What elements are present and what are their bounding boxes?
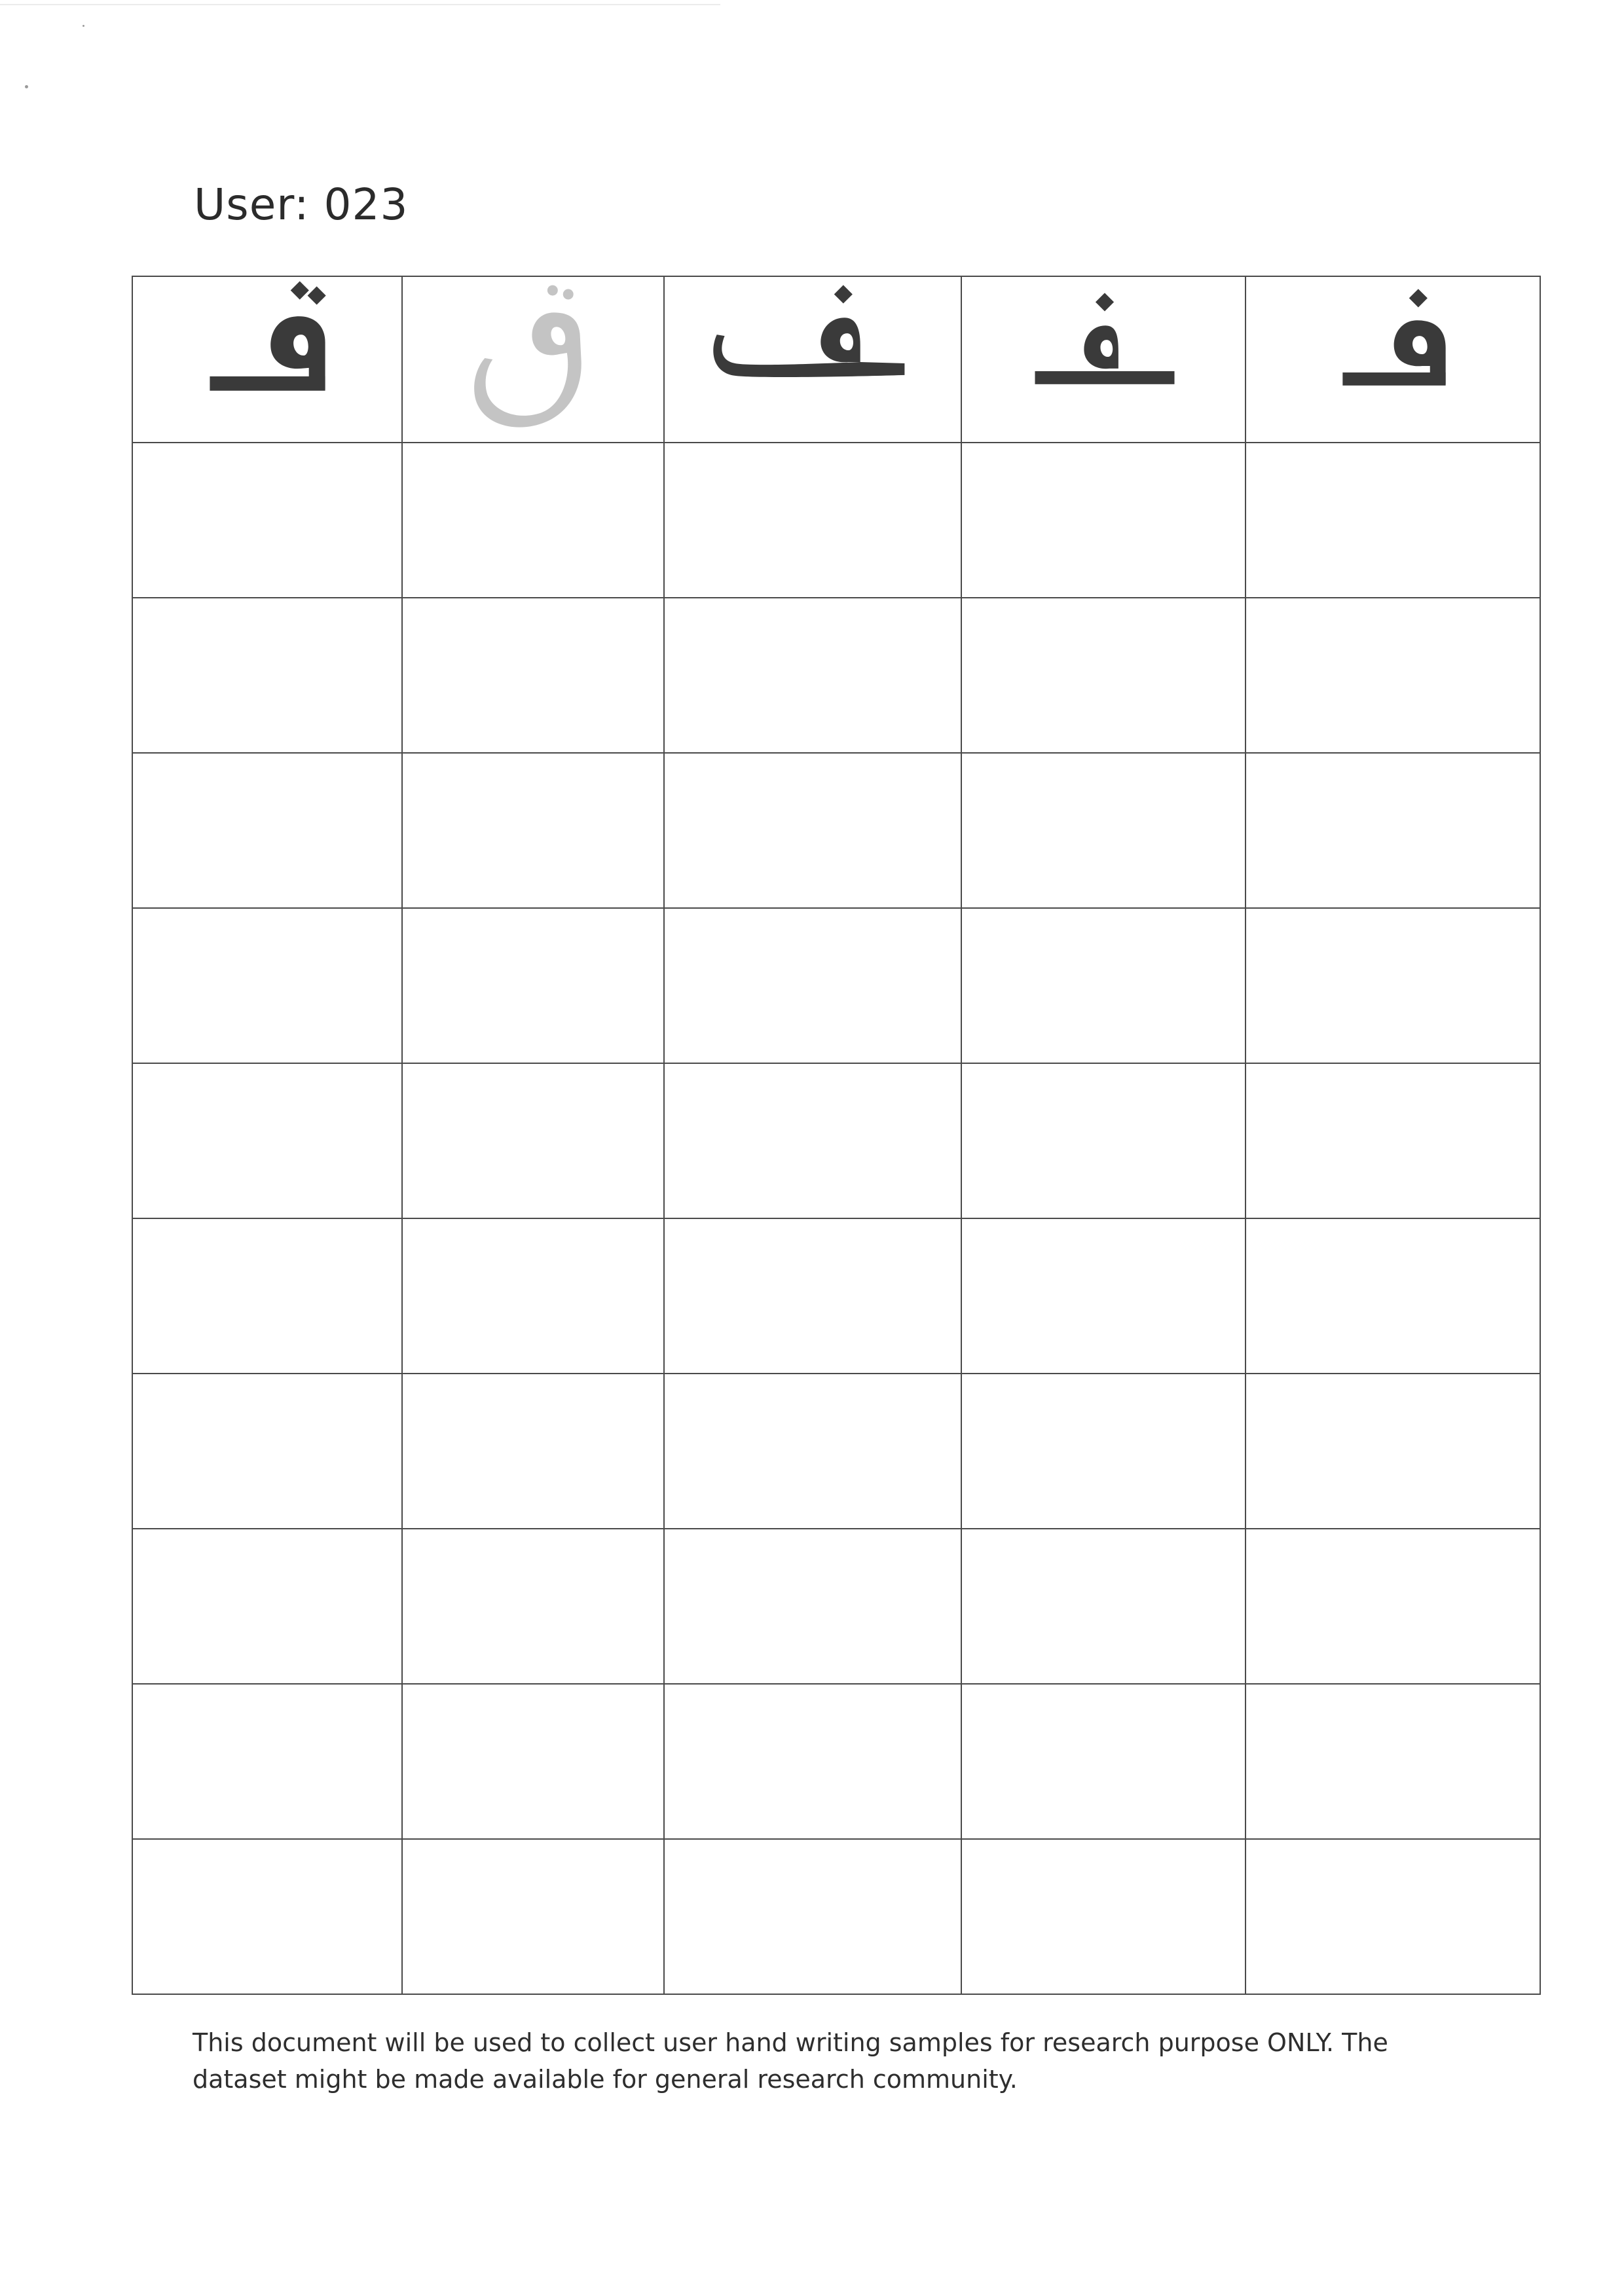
- practice-row: [132, 442, 1541, 598]
- writing-cell[interactable]: [961, 1218, 1246, 1374]
- practice-row: [132, 597, 1541, 754]
- initial-fa-form-glyph: [1342, 289, 1446, 386]
- writing-cell[interactable]: [401, 1063, 665, 1219]
- writing-cell[interactable]: [401, 907, 665, 1064]
- writing-cell[interactable]: [401, 1528, 665, 1685]
- writing-cell[interactable]: [132, 1063, 403, 1219]
- writing-cell[interactable]: [401, 442, 665, 598]
- writing-cell[interactable]: [1245, 442, 1541, 598]
- medial-fa-form-glyph: [1035, 293, 1175, 384]
- scan-speck: [83, 25, 84, 27]
- practice-row: [132, 752, 1541, 909]
- writing-cell[interactable]: [663, 752, 962, 909]
- practice-row: [132, 1683, 1541, 1840]
- writing-cell[interactable]: [663, 1218, 962, 1374]
- writing-cell[interactable]: [961, 752, 1246, 909]
- writing-cell[interactable]: [663, 597, 962, 754]
- writing-cell[interactable]: [1245, 907, 1541, 1064]
- writing-cell[interactable]: [663, 1528, 962, 1685]
- practice-row: [132, 1373, 1541, 1529]
- research-disclaimer: This document will be used to collect us…: [193, 2028, 1388, 2094]
- writing-cell[interactable]: [961, 907, 1246, 1064]
- writing-cell[interactable]: [401, 1838, 665, 1995]
- writing-cell[interactable]: [961, 442, 1246, 598]
- writing-grid: [132, 276, 1541, 1995]
- writing-cell[interactable]: [132, 442, 403, 598]
- letter-cell: [961, 276, 1246, 443]
- writing-cell[interactable]: [961, 597, 1246, 754]
- writing-cell[interactable]: [961, 1528, 1246, 1685]
- writing-cell[interactable]: [132, 1683, 403, 1840]
- letter-cell: [663, 276, 962, 443]
- writing-cell[interactable]: [663, 1838, 962, 1995]
- scan-artifact-line: [0, 4, 720, 5]
- letter-cell: [132, 276, 403, 443]
- writing-cell[interactable]: [961, 1683, 1246, 1840]
- practice-row: [132, 907, 1541, 1064]
- writing-cell[interactable]: [132, 907, 403, 1064]
- writing-cell[interactable]: [663, 907, 962, 1064]
- writing-cell[interactable]: [1245, 1683, 1541, 1840]
- writing-cell[interactable]: [961, 1063, 1246, 1219]
- qaf-outline-form-glyph: [474, 285, 581, 428]
- writing-cell[interactable]: [401, 752, 665, 909]
- writing-cell[interactable]: [663, 1373, 962, 1529]
- writing-cell[interactable]: [1245, 1373, 1541, 1529]
- practice-row: [132, 1218, 1541, 1374]
- writing-cell[interactable]: [663, 1063, 962, 1219]
- writing-cell[interactable]: [663, 1683, 962, 1840]
- practice-row: [132, 1838, 1541, 1995]
- writing-cell[interactable]: [132, 597, 403, 754]
- writing-cell[interactable]: [663, 442, 962, 598]
- writing-cell[interactable]: [132, 1838, 403, 1995]
- writing-cell[interactable]: [1245, 1528, 1541, 1685]
- user-id-label: User: 023: [194, 179, 409, 230]
- writing-cell[interactable]: [1245, 1838, 1541, 1995]
- writing-cell[interactable]: [132, 1528, 403, 1685]
- scan-speck: [25, 85, 28, 88]
- writing-cell[interactable]: [401, 1218, 665, 1374]
- writing-cell[interactable]: [1245, 1063, 1541, 1219]
- writing-cell[interactable]: [961, 1838, 1246, 1995]
- letter-form-row: [132, 276, 1541, 443]
- letter-cell: [1245, 276, 1541, 443]
- writing-cell[interactable]: [1245, 1218, 1541, 1374]
- writing-cell[interactable]: [132, 1218, 403, 1374]
- writing-cell[interactable]: [401, 1373, 665, 1529]
- letter-cell: [401, 276, 665, 443]
- writing-cell[interactable]: [961, 1373, 1246, 1529]
- writing-cell[interactable]: [1245, 597, 1541, 754]
- practice-row: [132, 1528, 1541, 1685]
- writing-cell[interactable]: [401, 597, 665, 754]
- writing-cell[interactable]: [1245, 752, 1541, 909]
- writing-cell[interactable]: [132, 752, 403, 909]
- writing-cell[interactable]: [401, 1683, 665, 1840]
- isolated-qaf-form-glyph: [210, 281, 326, 391]
- practice-row: [132, 1063, 1541, 1219]
- writing-cell[interactable]: [132, 1373, 403, 1529]
- final-fa-form-glyph: [713, 285, 905, 378]
